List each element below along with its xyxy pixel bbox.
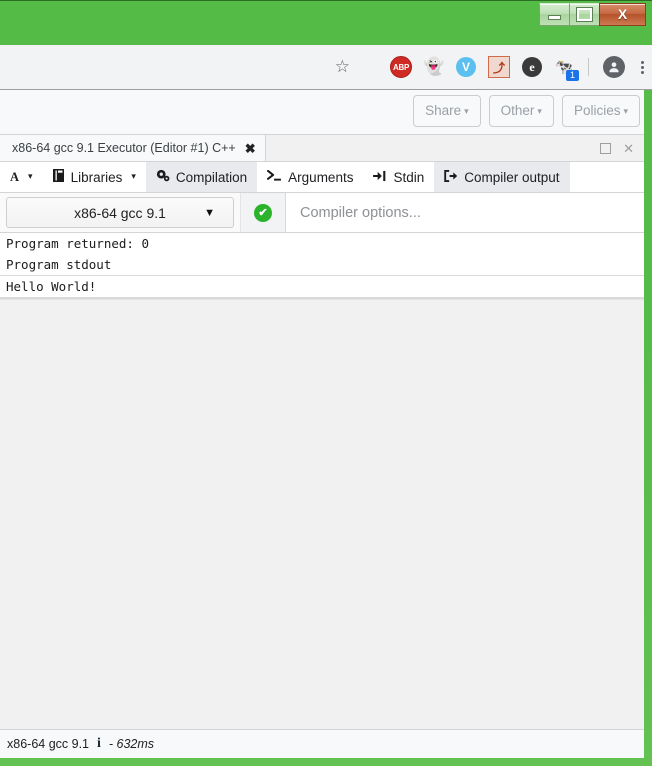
success-check-icon: ✔ bbox=[254, 203, 272, 222]
tab-compiler-output[interactable]: Compiler output bbox=[434, 162, 570, 192]
person-icon bbox=[609, 62, 619, 73]
executor-pane: x86-64 gcc 9.1 Executor (Editor #1) C++ … bbox=[0, 134, 644, 758]
extension-badge-count: 1 bbox=[566, 70, 579, 81]
book-icon bbox=[52, 169, 65, 185]
chevron-down-icon: ▼ bbox=[204, 206, 215, 219]
pane-tab[interactable]: x86-64 gcc 9.1 Executor (Editor #1) C++ … bbox=[0, 135, 266, 161]
adobe-pdf-glyph: ⤴ bbox=[492, 60, 505, 75]
adobe-pdf-icon[interactable]: ⤴ bbox=[488, 56, 510, 78]
browser-window-frame: X ☆ ABP 👻 V ⤴ e 🐄 1 Share ▾ Other ▾ Poli… bbox=[0, 0, 652, 766]
compilation-status: ✔ bbox=[240, 193, 286, 232]
compiler-dropdown-value: x86-64 gcc 9.1 bbox=[74, 204, 166, 221]
maximize-icon bbox=[576, 6, 593, 22]
pane-toolbar: A ▾ Libraries ▾ Compilation Arguments St… bbox=[0, 162, 644, 193]
ghostery-glyph: 👻 bbox=[423, 57, 445, 76]
vt-shield-icon[interactable]: V bbox=[456, 57, 476, 77]
libraries-label: Libraries bbox=[70, 169, 123, 185]
output-lines: Program returned: 0 Program stdout Hello… bbox=[0, 233, 644, 299]
evernote-icon[interactable]: e bbox=[522, 57, 542, 77]
sign-in-icon bbox=[373, 170, 387, 185]
pane-status-bar: x86-64 gcc 9.1 i - 632ms bbox=[0, 729, 644, 758]
other-label: Other bbox=[500, 103, 535, 118]
font-size-icon: A bbox=[10, 169, 20, 184]
toolbar-divider bbox=[588, 58, 589, 76]
gears-glyph bbox=[156, 170, 170, 182]
window-controls: X bbox=[539, 2, 646, 26]
output-line-stdout: Hello World! bbox=[0, 275, 644, 298]
arguments-label: Arguments bbox=[288, 169, 354, 185]
sign-in-glyph bbox=[373, 170, 386, 181]
output-line: Program stdout bbox=[6, 257, 112, 272]
kebab-menu-icon[interactable] bbox=[637, 60, 648, 74]
tab-font-size[interactable]: A ▾ bbox=[0, 162, 43, 192]
info-icon[interactable]: i bbox=[97, 737, 101, 751]
status-compile-time: - 632ms bbox=[108, 737, 155, 751]
menu-dot bbox=[641, 60, 644, 64]
sign-out-icon bbox=[444, 169, 458, 185]
output-panel: Program returned: 0 Program stdout Hello… bbox=[0, 233, 644, 729]
close-icon: X bbox=[617, 6, 628, 22]
status-compiler-name: x86-64 gcc 9.1 bbox=[7, 737, 89, 751]
pane-window-close-icon[interactable]: ✕ bbox=[623, 142, 634, 155]
terminal-prompt-icon bbox=[267, 169, 282, 185]
chevron-down-icon: ▾ bbox=[131, 170, 136, 181]
pane-title: x86-64 gcc 9.1 Executor (Editor #1) C++ bbox=[12, 141, 236, 155]
share-button[interactable]: Share ▾ bbox=[413, 95, 481, 128]
close-window-button[interactable]: X bbox=[599, 2, 646, 26]
cow-extension-icon[interactable]: 🐄 1 bbox=[554, 57, 579, 81]
minimize-icon bbox=[548, 14, 561, 20]
vt-shield-glyph: V bbox=[461, 60, 470, 74]
evernote-glyph: e bbox=[529, 59, 535, 74]
sign-out-glyph bbox=[444, 169, 458, 182]
window-title-bar: X bbox=[0, 1, 652, 45]
policies-button[interactable]: Policies ▾ bbox=[561, 95, 640, 128]
bookmark-star-icon[interactable]: ☆ bbox=[335, 58, 350, 75]
compilation-label: Compilation bbox=[175, 169, 248, 185]
pane-close-icon[interactable]: ✖ bbox=[245, 142, 256, 155]
output-line: Program returned: 0 bbox=[6, 236, 149, 251]
minimize-button[interactable] bbox=[539, 2, 570, 26]
tab-arguments[interactable]: Arguments bbox=[257, 162, 363, 192]
adblock-plus-icon[interactable]: ABP bbox=[390, 56, 412, 78]
menu-dot bbox=[641, 65, 644, 69]
share-label: Share bbox=[425, 103, 462, 118]
chevron-down-icon: ▾ bbox=[537, 106, 542, 116]
pane-title-bar: x86-64 gcc 9.1 Executor (Editor #1) C++ … bbox=[0, 135, 644, 162]
page-content: Share ▾ Other ▾ Policies ▾ x86-64 gcc 9.1 E… bbox=[0, 90, 644, 758]
ghostery-icon[interactable]: 👻 bbox=[423, 57, 445, 77]
compiler-selection-row: x86-64 gcc 9.1 ▼ ✔ bbox=[0, 193, 644, 233]
output-empty-area bbox=[0, 299, 644, 729]
compiler-dropdown[interactable]: x86-64 gcc 9.1 ▼ bbox=[6, 197, 234, 228]
menu-dot bbox=[641, 70, 644, 74]
stdin-label: Stdin bbox=[393, 169, 425, 185]
compiler-output-label: Compiler output bbox=[464, 169, 560, 185]
gear-icon bbox=[156, 169, 170, 185]
chevron-down-icon: ▾ bbox=[28, 170, 33, 181]
tab-stdin[interactable]: Stdin bbox=[363, 162, 434, 192]
chevron-down-icon: ▾ bbox=[623, 106, 628, 116]
maximize-button[interactable] bbox=[569, 2, 600, 26]
pane-maximize-icon[interactable] bbox=[600, 142, 612, 154]
terminal-glyph bbox=[267, 169, 282, 181]
book-glyph bbox=[52, 169, 64, 183]
pane-window-controls: ✕ bbox=[600, 135, 644, 161]
address-bar[interactable]: ☆ bbox=[0, 50, 360, 82]
extension-icons-group: ABP 👻 V ⤴ e 🐄 1 bbox=[390, 45, 648, 89]
avatar[interactable] bbox=[603, 56, 625, 78]
chevron-down-icon: ▾ bbox=[464, 106, 469, 116]
policies-label: Policies bbox=[573, 103, 621, 118]
compiler-options-input[interactable] bbox=[286, 193, 644, 232]
browser-toolbar: ☆ ABP 👻 V ⤴ e 🐄 1 bbox=[0, 45, 652, 90]
adblock-plus-label: ABP bbox=[393, 62, 409, 72]
tab-libraries[interactable]: Libraries ▾ bbox=[43, 162, 146, 192]
top-nav-buttons: Share ▾ Other ▾ Policies ▾ bbox=[413, 95, 640, 128]
other-button[interactable]: Other ▾ bbox=[488, 95, 554, 128]
tab-compilation[interactable]: Compilation bbox=[145, 162, 258, 192]
